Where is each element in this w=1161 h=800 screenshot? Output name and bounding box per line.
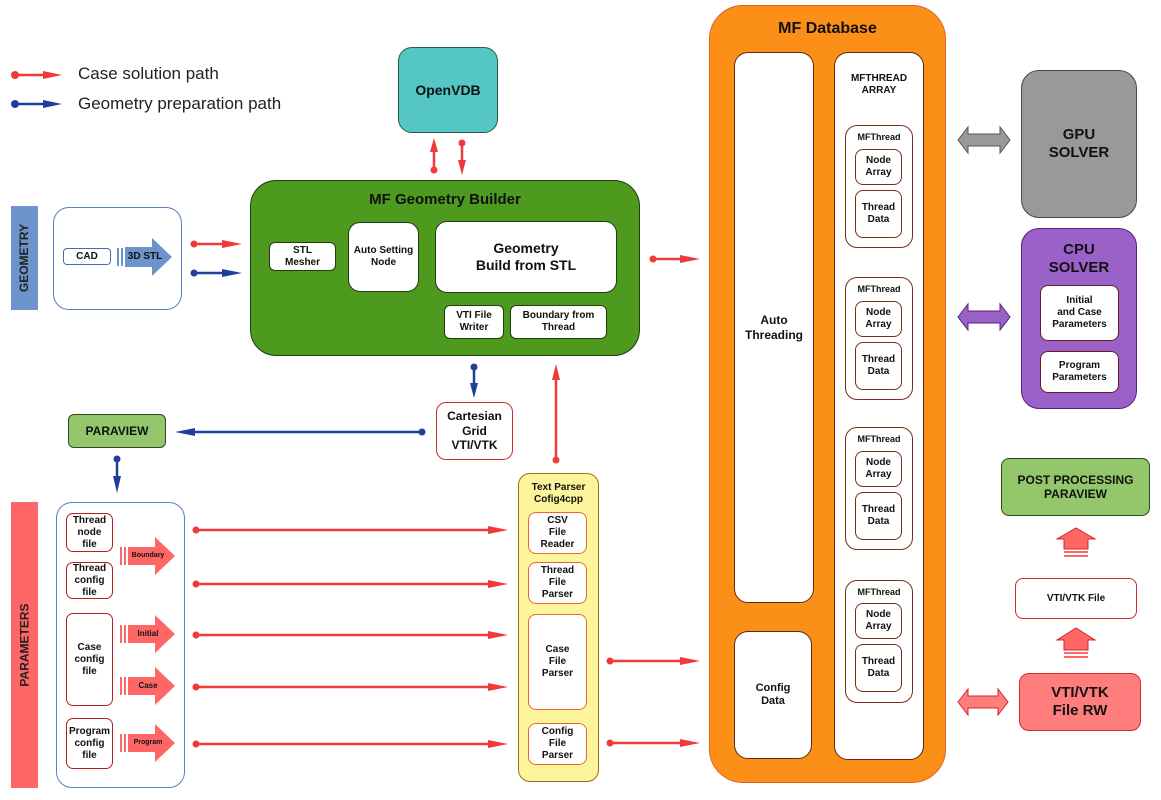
parser-to-database-arrow — [606, 739, 700, 747]
file-rw-double-arrow — [957, 687, 1009, 717]
initial-case-parameters-box[interactable]: Initial and Case Parameters — [1040, 285, 1119, 341]
post-processing-box[interactable]: POST PROCESSING PARAVIEW — [1001, 458, 1150, 516]
legend-case-arrow — [11, 71, 62, 79]
parameters-to-parser-arrow — [192, 580, 508, 588]
geometry-section-text: GEOMETRY — [17, 223, 32, 293]
node-array-box[interactable]: Node Array — [855, 603, 902, 639]
parser-to-database-arrow — [606, 657, 700, 665]
initial-arrow-label: Initial — [137, 629, 159, 639]
mfthread-title: MFThread — [857, 283, 901, 294]
parameters-section-text: PARAMETERS — [17, 603, 32, 687]
parameters-to-parser-arrow — [192, 740, 508, 748]
cartesian-grid-box[interactable]: Cartesian Grid VTI/VTK — [436, 402, 513, 460]
vti-file-writer-box[interactable]: VTI File Writer — [444, 305, 504, 339]
mfthread-title: MFThread — [857, 131, 901, 142]
auto-setting-node-box[interactable]: Auto Setting Node — [348, 222, 419, 292]
thread-node-file-box[interactable]: Thread node file — [66, 513, 113, 552]
parameters-to-parser-arrow — [192, 631, 508, 639]
cpu-solver-title: CPU SOLVER — [1048, 241, 1110, 276]
auto-threading-box[interactable]: Auto Threading — [734, 52, 814, 603]
paraview-box[interactable]: PARAVIEW — [68, 414, 166, 448]
thread-data-box[interactable]: Thread Data — [855, 190, 902, 238]
builder-to-database-arrow — [649, 255, 700, 263]
cad-box[interactable]: CAD — [63, 248, 111, 265]
program-config-file-box[interactable]: Program config file — [66, 718, 113, 769]
geometry-to-builder-case-arrow — [190, 240, 242, 248]
thread-data-box[interactable]: Thread Data — [855, 492, 902, 540]
thread-data-box[interactable]: Thread Data — [855, 342, 902, 390]
program-parameters-box[interactable]: Program Parameters — [1040, 351, 1119, 393]
file-rw-to-vti-file-arrow — [1055, 627, 1097, 658]
program-arrow-label: Program — [133, 738, 163, 746]
text-parser-title: Text Parser Cofig4cpp — [531, 482, 586, 505]
config-file-parser-box[interactable]: Config File Parser — [528, 723, 587, 765]
case-arrow-label: Case — [138, 681, 158, 691]
gpu-solver-box[interactable]: GPU SOLVER — [1021, 70, 1137, 218]
legend-geometry-label: Geometry preparation path — [78, 94, 282, 113]
legend-geometry-arrow — [11, 100, 62, 108]
builder-to-openvdb-arrow — [430, 138, 438, 174]
openvdb-box[interactable]: OpenVDB — [398, 47, 498, 133]
parameters-section-label: PARAMETERS — [11, 502, 38, 788]
geometry-section-label: GEOMETRY — [11, 206, 38, 310]
paraview-to-parameters-arrow — [113, 455, 121, 493]
case-config-file-box[interactable]: Case config file — [66, 613, 113, 706]
database-title: MF Database — [778, 20, 877, 38]
boundary-from-thread-box[interactable]: Boundary from Thread — [510, 305, 607, 339]
mfthread-title: MFThread — [857, 433, 901, 444]
mfthread-title: MFThread — [857, 586, 901, 597]
node-array-box[interactable]: Node Array — [855, 301, 902, 337]
vti-vtk-file-rw-box[interactable]: VTI/VTK File RW — [1019, 673, 1141, 731]
legend-case-label: Case solution path — [78, 64, 219, 83]
parser-to-builder-arrow — [552, 364, 560, 464]
geometry-builder-title: MF Geometry Builder — [369, 191, 521, 208]
parameters-to-parser-arrow — [192, 526, 508, 534]
vti-file-to-post-arrow — [1055, 527, 1097, 557]
case-file-parser-box[interactable]: Case File Parser — [528, 614, 587, 710]
thread-config-file-box[interactable]: Thread config file — [66, 562, 113, 599]
cartesian-to-paraview-arrow — [175, 428, 426, 436]
openvdb-to-builder-arrow — [458, 139, 466, 175]
boundary-arrow-label: Boundary — [131, 551, 165, 559]
gpu-double-arrow — [957, 125, 1011, 155]
mfthread-array-title: MFTHREAD ARRAY — [850, 73, 908, 96]
geometry-build-box[interactable]: Geometry Build from STL — [435, 221, 617, 293]
node-array-box[interactable]: Node Array — [855, 451, 902, 487]
parameters-to-parser-arrow — [192, 683, 508, 691]
thread-file-parser-box[interactable]: Thread File Parser — [528, 562, 587, 604]
cpu-double-arrow — [957, 302, 1011, 332]
vti-vtk-file-box[interactable]: VTI/VTK File — [1015, 578, 1137, 619]
stl-mesher-box[interactable]: STL Mesher — [269, 242, 336, 271]
config-data-box[interactable]: Config Data — [734, 631, 812, 759]
thread-data-box[interactable]: Thread Data — [855, 644, 902, 692]
geometry-to-builder-geometry-arrow — [190, 269, 242, 277]
node-array-box[interactable]: Node Array — [855, 149, 902, 185]
csv-file-reader-box[interactable]: CSV File Reader — [528, 512, 587, 554]
stl-arrow-label: 3D STL — [127, 251, 163, 262]
builder-to-cartesian-arrow — [470, 363, 478, 398]
